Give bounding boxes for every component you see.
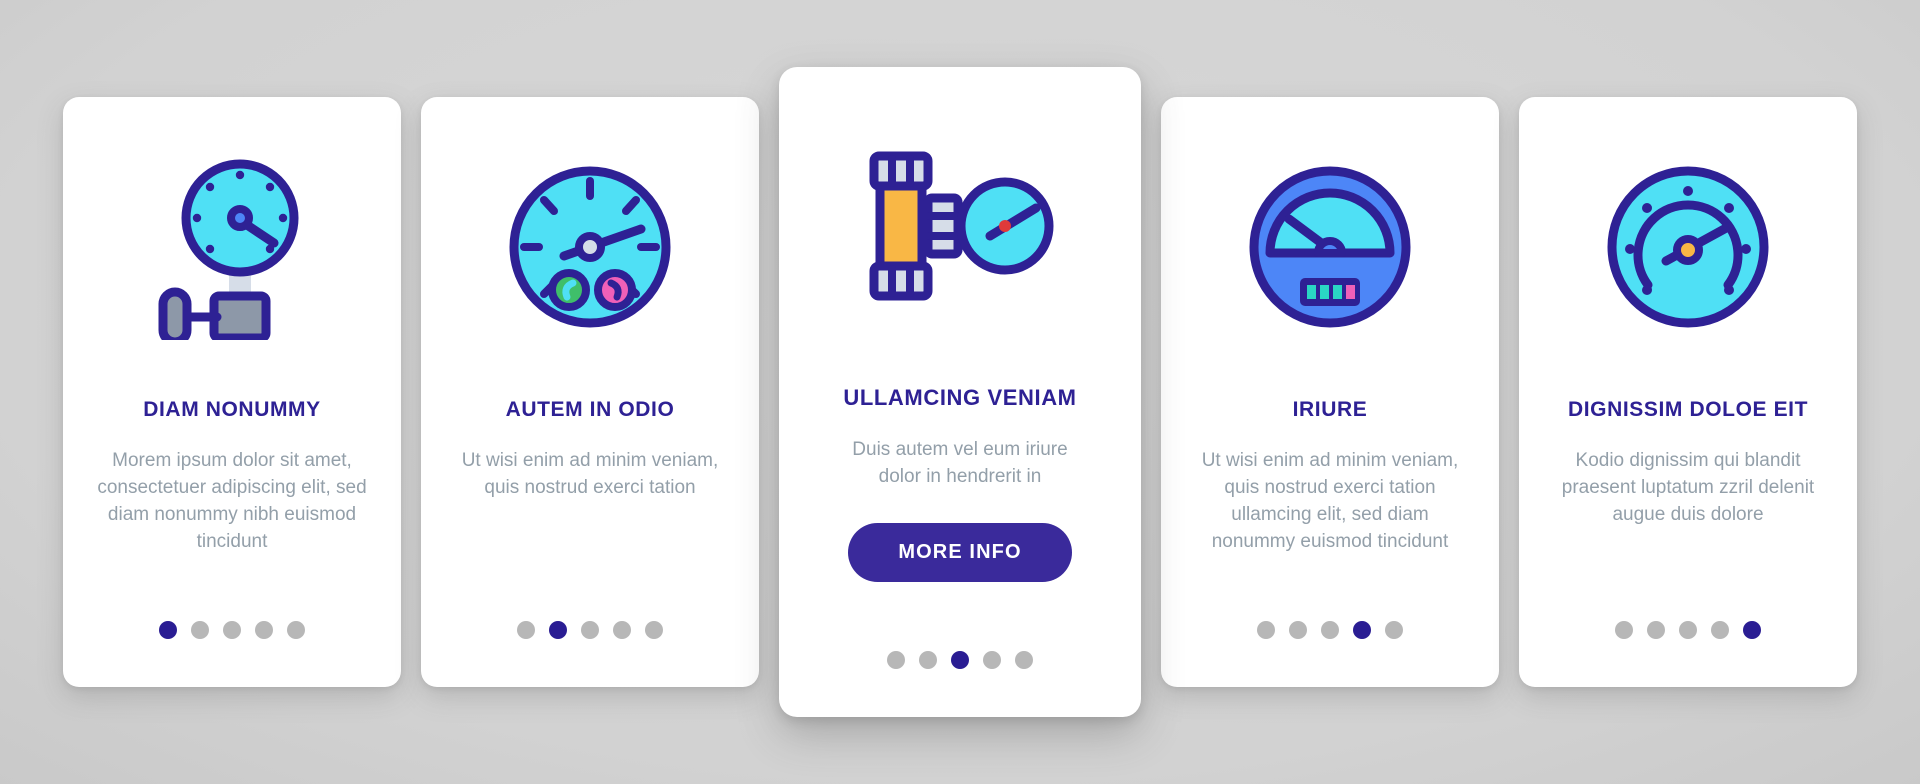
- pagination-dot[interactable]: [919, 651, 937, 669]
- card-title: DIAM NONUMMY: [143, 398, 321, 421]
- onboarding-card-ullamcing-veniam[interactable]: ULLAMCING VENIAM Duis autem vel eum iriu…: [779, 67, 1141, 717]
- arc-gauge-display-icon: [1175, 97, 1485, 397]
- card-title: ULLAMCING VENIAM: [843, 385, 1077, 410]
- card-body-text: Ut wisi enim ad minim veniam, quis nostr…: [1201, 450, 1459, 553]
- pagination-dot[interactable]: [983, 651, 1001, 669]
- pagination-dot[interactable]: [1321, 621, 1339, 639]
- pagination-dot[interactable]: [887, 651, 905, 669]
- pagination-dot[interactable]: [1647, 621, 1665, 639]
- pagination-dots: [1519, 621, 1857, 639]
- speedometer-dial-icon: [435, 97, 745, 397]
- onboarding-card-iriure[interactable]: IRIURE Ut wisi enim ad minim veniam, qui…: [1161, 97, 1499, 687]
- pagination-dot[interactable]: [613, 621, 631, 639]
- pagination-dot[interactable]: [1679, 621, 1697, 639]
- pagination-dot[interactable]: [1385, 621, 1403, 639]
- pagination-dot[interactable]: [951, 651, 969, 669]
- card-body-text: Duis autem vel eum iriure dolor in hendr…: [852, 439, 1068, 488]
- pagination-dot[interactable]: [645, 621, 663, 639]
- pagination-dot[interactable]: [287, 621, 305, 639]
- pagination-dot[interactable]: [1015, 651, 1033, 669]
- pagination-dot[interactable]: [1353, 621, 1371, 639]
- pagination-dot[interactable]: [581, 621, 599, 639]
- pipe-flange-manometer-icon: [793, 67, 1127, 385]
- onboarding-card-diam-nonummy[interactable]: DIAM NONUMMY Morem ipsum dolor sit amet,…: [63, 97, 401, 687]
- pagination-dots: [779, 651, 1141, 669]
- pagination-dots: [63, 621, 401, 639]
- round-pressure-meter-icon: [1533, 97, 1843, 397]
- pressure-gauge-valve-icon: [77, 97, 387, 397]
- card-body-text: Kodio dignissim qui blandit praesent lup…: [1561, 450, 1815, 526]
- pagination-dot[interactable]: [1711, 621, 1729, 639]
- pagination-dot[interactable]: [549, 621, 567, 639]
- onboarding-screens-stage: DIAM NONUMMY Morem ipsum dolor sit amet,…: [0, 0, 1920, 784]
- pagination-dot[interactable]: [191, 621, 209, 639]
- card-title: IRIURE: [1292, 398, 1368, 421]
- pagination-dot[interactable]: [1615, 621, 1633, 639]
- pagination-dot[interactable]: [517, 621, 535, 639]
- card-body-text: Ut wisi enim ad minim veniam, quis nostr…: [461, 450, 719, 499]
- pagination-dot[interactable]: [159, 621, 177, 639]
- card-title: DIGNISSIM DOLOE EIT: [1567, 398, 1809, 421]
- pagination-dot[interactable]: [1289, 621, 1307, 639]
- pagination-dot[interactable]: [1743, 621, 1761, 639]
- card-body-text: Morem ipsum dolor sit amet, consectetuer…: [97, 450, 367, 553]
- pagination-dot[interactable]: [255, 621, 273, 639]
- pagination-dots: [1161, 621, 1499, 639]
- pagination-dot[interactable]: [1257, 621, 1275, 639]
- pagination-dots: [421, 621, 759, 639]
- card-title: AUTEM IN ODIO: [505, 398, 675, 421]
- onboarding-card-autem-in-odio[interactable]: AUTEM IN ODIO Ut wisi enim ad minim veni…: [421, 97, 759, 687]
- onboarding-card-dignissim-doloe-eit[interactable]: DIGNISSIM DOLOE EIT Kodio dignissim qui …: [1519, 97, 1857, 687]
- pagination-dot[interactable]: [223, 621, 241, 639]
- onboarding-cards-row: DIAM NONUMMY Morem ipsum dolor sit amet,…: [0, 0, 1920, 784]
- more-info-button[interactable]: MORE INFO: [848, 523, 1072, 583]
